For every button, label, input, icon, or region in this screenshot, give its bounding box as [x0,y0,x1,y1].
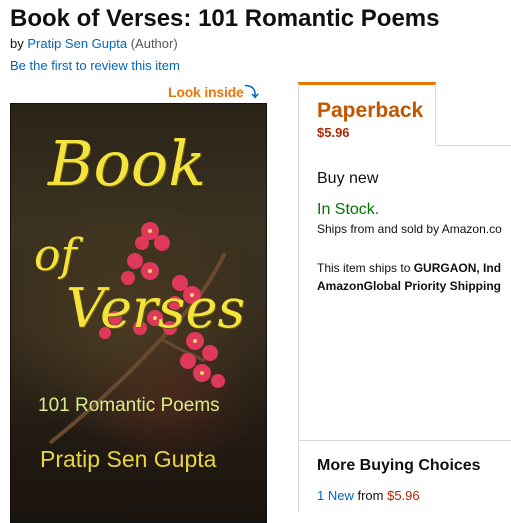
format-tab-paperback[interactable]: Paperback $5.96 [298,82,436,145]
ships-to-text: This item ships to GURGAON, Ind AmazonGl… [317,259,501,295]
product-title: Book of Verses: 101 Romantic Poems [10,5,440,32]
ships-to-prefix: This item ships to [317,261,414,275]
from-label: from [357,488,384,503]
ships-to-place: GURGAON, Ind [413,261,502,275]
review-link[interactable]: Be the first to review this item [10,58,180,74]
format-label: Paperback [317,99,424,122]
cover-title-line1: Book [48,127,206,200]
new-offers-link[interactable]: 1 New [317,488,354,503]
buy-new-label: Buy new [317,170,379,187]
cover-subtitle: 101 Romantic Poems [38,395,220,416]
stock-status: In Stock. [317,201,380,218]
more-buying-line: 1 New from $5.96 [317,488,420,503]
format-price: $5.96 [317,125,350,140]
ships-from-text: Ships from and sold by Amazon.co [317,222,502,236]
cover-title-line2: of [34,230,77,281]
cover-author: Pratip Sen Gupta [40,446,217,472]
book-cover-image[interactable]: Book of Verses 101 Romantic Poems Pratip… [10,103,267,523]
curved-arrow-down-icon: ⤵ [244,84,259,100]
cover-title-line3: Verses [66,277,246,340]
more-buying-title: More Buying Choices [317,457,481,474]
look-inside-label: Look inside [168,84,244,100]
offer-price: $5.96 [387,488,420,503]
author-role: (Author) [130,36,178,51]
buy-box [298,145,511,445]
author-link[interactable]: Pratip Sen Gupta [27,36,127,51]
look-inside-link[interactable]: Look inside⤵ [168,82,259,102]
byline: by Pratip Sen Gupta (Author) [10,36,178,52]
shipping-method: AmazonGlobal Priority Shipping [317,279,502,293]
byline-by: by [10,36,24,51]
